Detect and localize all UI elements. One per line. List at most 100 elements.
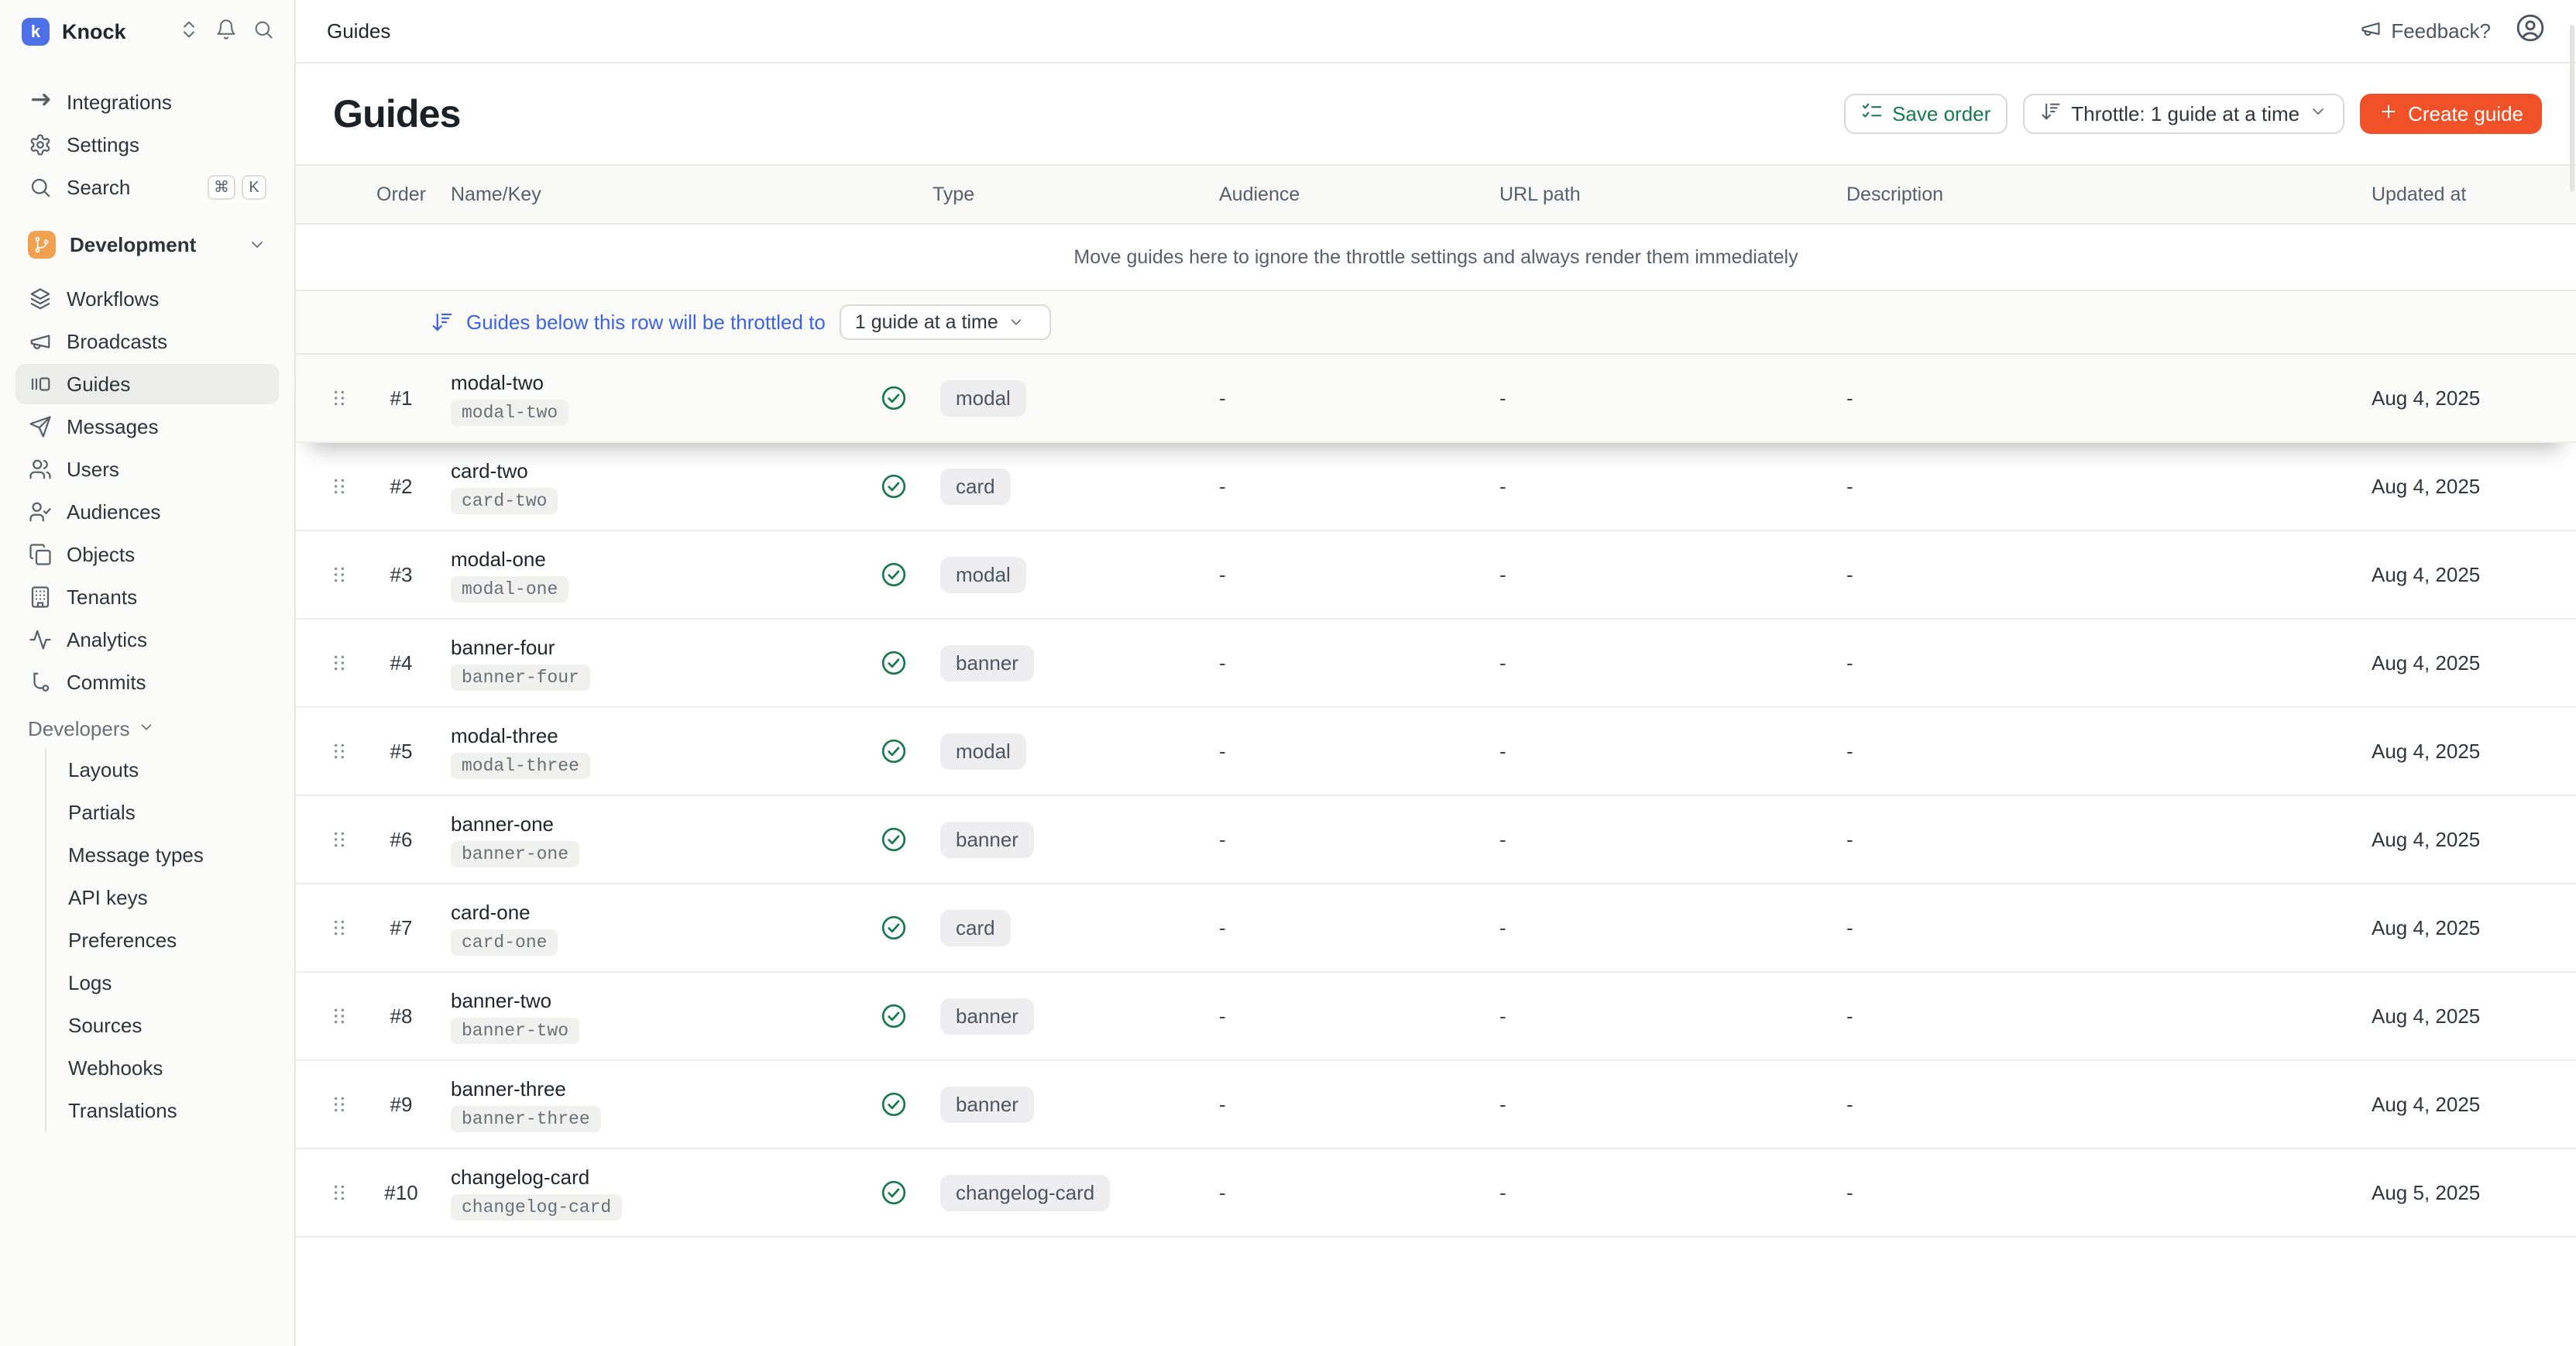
ignore-throttle-dropzone[interactable]: Move guides here to ignore the throttle … — [296, 225, 2576, 291]
guide-description: - — [1840, 1004, 2365, 1028]
analytics-icon — [28, 627, 53, 652]
guide-audience: - — [1207, 563, 1487, 587]
scrollbar-thumb[interactable] — [2570, 25, 2574, 192]
sidebar-item-workflows[interactable]: Workflows — [15, 279, 279, 319]
sidebar-subitem-logs[interactable]: Logs — [46, 962, 279, 1004]
collapse-sidebar-icon[interactable] — [178, 18, 200, 46]
sort-descending-icon — [2040, 101, 2062, 128]
guide-audience: - — [1207, 916, 1487, 940]
guide-row[interactable]: #1 modal-two modal-two modal - - - Aug 4… — [296, 355, 2576, 443]
sidebar-item-search[interactable]: Search ⌘ K — [15, 167, 279, 208]
guide-name: modal-three — [451, 724, 558, 748]
guide-url-path: - — [1487, 1093, 1840, 1117]
create-guide-button[interactable]: Create guide — [2360, 94, 2542, 134]
guide-key-badge: banner-one — [451, 841, 579, 867]
sidebar-subitem-webhooks[interactable]: Webhooks — [46, 1047, 279, 1090]
guide-row[interactable]: #4 banner-four banner-four banner - - - … — [296, 620, 2576, 708]
tenants-icon — [28, 585, 53, 609]
sidebar-subitem-partials[interactable]: Partials — [46, 791, 279, 834]
table-body: #1 modal-two modal-two modal - - - Aug 4… — [296, 355, 2576, 1238]
sidebar-item-label: Integrations — [67, 91, 172, 115]
guide-url-path: - — [1487, 1181, 1840, 1205]
guide-row[interactable]: #6 banner-one banner-one banner - - - Au… — [296, 796, 2576, 884]
sidebar-item-messages[interactable]: Messages — [15, 407, 279, 447]
search-icon[interactable] — [252, 18, 274, 46]
sidebar: k Knock Integrations Settings Search — [0, 0, 296, 1346]
sidebar-subitem-message-types[interactable]: Message types — [46, 834, 279, 877]
save-order-button[interactable]: Save order — [1844, 94, 2008, 134]
drag-handle-icon[interactable] — [321, 388, 358, 408]
guide-row[interactable]: #5 modal-three modal-three modal - - - A… — [296, 708, 2576, 796]
throttle-divider-text[interactable]: Guides below this row will be throttled … — [466, 311, 826, 335]
sidebar-item-analytics[interactable]: Analytics — [15, 620, 279, 660]
notifications-bell-icon[interactable] — [215, 18, 237, 46]
drag-handle-icon[interactable] — [321, 741, 358, 761]
guide-description: - — [1840, 386, 2365, 410]
guide-audience: - — [1207, 651, 1487, 675]
chevron-down-icon — [2309, 102, 2327, 126]
guide-row[interactable]: #7 card-one card-one card - - - Aug 4, 2… — [296, 884, 2576, 973]
sidebar-item-guides[interactable]: Guides — [15, 364, 279, 404]
drag-handle-icon[interactable] — [321, 1094, 358, 1114]
guide-type-badge: banner — [940, 822, 1034, 858]
sidebar-item-settings[interactable]: Settings — [15, 125, 279, 165]
user-avatar[interactable] — [2516, 13, 2545, 49]
guide-order: #8 — [358, 1004, 445, 1028]
column-header-type: Type — [920, 184, 1207, 206]
knock-logo: k — [22, 18, 50, 46]
app-window: k Knock Integrations Settings Search — [0, 0, 2576, 1346]
sidebar-item-broadcasts[interactable]: Broadcasts — [15, 321, 279, 362]
sidebar-subitem-layouts[interactable]: Layouts — [46, 749, 279, 791]
guide-key-badge: modal-three — [451, 753, 590, 779]
sidebar-item-commits[interactable]: Commits — [15, 662, 279, 702]
sidebar-subitem-sources[interactable]: Sources — [46, 1004, 279, 1047]
guide-row[interactable]: #2 card-two card-two card - - - Aug 4, 2… — [296, 443, 2576, 531]
search-shortcut: ⌘ K — [208, 175, 266, 200]
developers-section-toggle[interactable]: Developers — [15, 709, 279, 749]
sidebar-item-users[interactable]: Users — [15, 449, 279, 489]
broadcasts-icon — [28, 329, 53, 354]
sidebar-header: k Knock — [0, 0, 294, 64]
guide-type-badge: banner — [940, 1087, 1034, 1123]
guide-url-path: - — [1487, 563, 1840, 587]
sidebar-item-label: Settings — [67, 133, 139, 157]
guide-url-path: - — [1487, 828, 1840, 852]
guide-order: #3 — [358, 563, 445, 587]
drag-handle-icon[interactable] — [321, 1183, 358, 1203]
sidebar-item-label: Users — [67, 458, 119, 482]
guide-name: changelog-card — [451, 1166, 589, 1190]
sidebar-subitem-preferences[interactable]: Preferences — [46, 919, 279, 962]
guide-description: - — [1840, 740, 2365, 764]
guide-order: #5 — [358, 740, 445, 764]
sidebar-subitem-translations[interactable]: Translations — [46, 1090, 279, 1132]
throttle-dropdown-button[interactable]: Throttle: 1 guide at a time — [2023, 94, 2344, 134]
drag-handle-icon[interactable] — [321, 653, 358, 673]
sidebar-item-integrations[interactable]: Integrations — [15, 82, 279, 122]
guide-row[interactable]: #8 banner-two banner-two banner - - - Au… — [296, 973, 2576, 1061]
drag-handle-icon[interactable] — [321, 918, 358, 938]
guide-key-badge: modal-one — [451, 576, 568, 603]
sidebar-subitem-api-keys[interactable]: API keys — [46, 877, 279, 919]
column-header-description: Description — [1840, 184, 2365, 206]
throttle-value-select[interactable]: 1 guide at a time — [840, 304, 1051, 340]
guide-type-badge: changelog-card — [940, 1175, 1110, 1211]
drag-handle-icon[interactable] — [321, 565, 358, 585]
sidebar-item-audiences[interactable]: Audiences — [15, 492, 279, 532]
guide-key-badge: modal-two — [451, 400, 568, 426]
guide-row[interactable]: #3 modal-one modal-one modal - - - Aug 4… — [296, 531, 2576, 620]
drag-handle-icon[interactable] — [321, 1006, 358, 1026]
guide-row[interactable]: #9 banner-three banner-three banner - - … — [296, 1061, 2576, 1149]
megaphone-icon — [2360, 18, 2382, 45]
drag-handle-icon[interactable] — [321, 476, 358, 496]
save-order-label: Save order — [1892, 102, 1990, 126]
sidebar-item-objects[interactable]: Objects — [15, 534, 279, 575]
workspace-switcher[interactable]: Development — [15, 223, 279, 266]
drag-handle-icon[interactable] — [321, 829, 358, 850]
messages-icon — [28, 414, 53, 439]
guide-updated-at: Aug 4, 2025 — [2365, 475, 2576, 499]
gear-icon — [28, 132, 53, 157]
guide-row[interactable]: #10 changelog-card changelog-card change… — [296, 1149, 2576, 1238]
sidebar-item-tenants[interactable]: Tenants — [15, 577, 279, 617]
guide-order: #7 — [358, 916, 445, 940]
feedback-button[interactable]: Feedback? — [2360, 18, 2491, 45]
